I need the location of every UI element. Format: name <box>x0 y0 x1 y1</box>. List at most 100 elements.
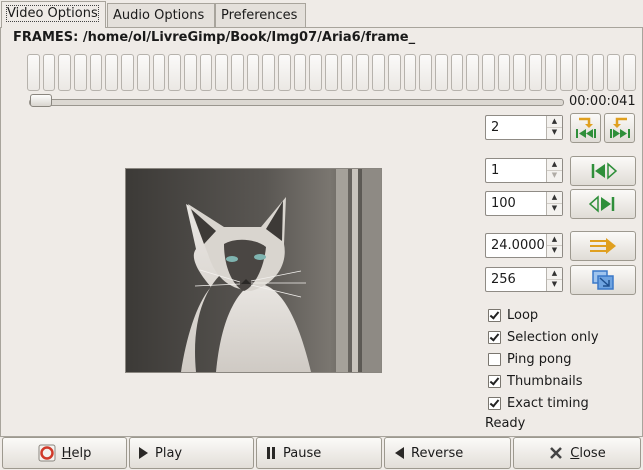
step-spinbox[interactable]: 2 ▲ ▼ <box>485 115 563 140</box>
selection-only-checkbox[interactable]: Selection only <box>488 328 599 346</box>
thumbnail-slot[interactable] <box>419 54 432 91</box>
thumbnail-slot[interactable] <box>42 54 56 91</box>
thumbnail-slot[interactable] <box>58 54 72 91</box>
step-back-icon <box>575 117 596 138</box>
close-icon <box>548 445 564 461</box>
step-forward-icon <box>609 117 630 138</box>
preview-image <box>125 168 382 373</box>
ping-pong-checkbox-box[interactable] <box>488 352 501 366</box>
tab-video-options-label: Video Options <box>6 5 99 22</box>
thumbnail-slot[interactable] <box>246 54 260 91</box>
thumbnail-slot[interactable] <box>387 54 401 91</box>
thumbnail-slot[interactable] <box>481 54 495 91</box>
thumbnail-slot[interactable] <box>623 54 636 91</box>
from-frame-spinbox[interactable]: 1 ▲ ▼ <box>485 158 563 183</box>
step-value: 2 <box>491 120 500 135</box>
thumbnail-slot[interactable] <box>466 54 479 91</box>
reverse-icon <box>393 446 405 460</box>
help-icon <box>38 444 56 462</box>
cat-photo <box>126 169 381 372</box>
loop-checkbox-box[interactable] <box>488 308 501 322</box>
fps-spinbox[interactable]: 24.0000 ▲ ▼ <box>485 233 563 258</box>
thumbnails-checkbox[interactable]: Thumbnails <box>488 372 583 390</box>
go-to-first-frame-button[interactable] <box>570 156 636 186</box>
help-button[interactable]: Help <box>2 437 127 469</box>
first-frame-icon <box>591 162 617 180</box>
go-to-last-frame-button[interactable] <box>570 189 636 219</box>
size-down-arrow-icon[interactable]: ▼ <box>547 279 562 290</box>
thumbnail-slot[interactable] <box>434 54 448 91</box>
thumbnail-slot[interactable] <box>278 54 291 91</box>
thumbnail-slot[interactable] <box>325 54 338 91</box>
step-down-arrow-icon[interactable]: ▼ <box>547 127 562 138</box>
thumbnail-slot[interactable] <box>560 54 574 91</box>
thumbnail-slot[interactable] <box>497 54 511 91</box>
thumbnail-slot[interactable] <box>513 54 526 91</box>
thumbnail-slot[interactable] <box>183 54 197 91</box>
thumbnail-slot[interactable] <box>121 54 134 91</box>
thumbnail-slot[interactable] <box>529 54 542 91</box>
thumbnail-slot[interactable] <box>356 54 370 91</box>
thumbnail-slot[interactable] <box>450 54 464 91</box>
size-spin-arrows[interactable]: ▲ ▼ <box>546 268 562 291</box>
play-icon <box>137 446 149 460</box>
exact-timing-checkbox-box[interactable] <box>488 396 501 410</box>
thumbnail-slot[interactable] <box>340 54 354 91</box>
thumbnail-slot[interactable] <box>403 54 417 91</box>
thumbnail-slot[interactable] <box>544 54 558 91</box>
frame-slider-track[interactable] <box>29 99 564 106</box>
tab-video-options[interactable]: Video Options <box>1 1 106 28</box>
thumbnail-slot[interactable] <box>199 54 213 91</box>
tab-audio-options-label: Audio Options <box>113 8 205 23</box>
reverse-button[interactable]: Reverse <box>384 437 511 469</box>
thumbnail-slot[interactable] <box>262 54 275 91</box>
thumbnail-slot[interactable] <box>372 54 385 91</box>
thumbnail-slot[interactable] <box>293 54 307 91</box>
size-spinbox[interactable]: 256 ▲ ▼ <box>485 267 563 292</box>
step-forward-button[interactable] <box>604 113 635 143</box>
pause-icon <box>265 446 277 460</box>
play-button[interactable]: Play <box>129 437 254 469</box>
thumbnail-slot[interactable] <box>576 54 589 91</box>
to-frame-down-arrow-icon[interactable]: ▼ <box>547 203 562 214</box>
loop-checkbox[interactable]: Loop <box>488 306 538 324</box>
thumbnail-slot[interactable] <box>105 54 119 91</box>
thumbnail-slot[interactable] <box>168 54 181 91</box>
thumbnail-slot[interactable] <box>215 54 228 91</box>
selection-only-checkbox-box[interactable] <box>488 330 501 344</box>
thumbnail-slot[interactable] <box>136 54 150 91</box>
fps-down-arrow-icon[interactable]: ▼ <box>547 245 562 256</box>
thumbnail-slot[interactable] <box>591 54 605 91</box>
thumbnails-checkbox-box[interactable] <box>488 374 501 388</box>
thumbnail-slot[interactable] <box>230 54 244 91</box>
ping-pong-checkbox[interactable]: Ping pong <box>488 350 572 368</box>
thumbnail-slot[interactable] <box>309 54 323 91</box>
to-frame-value: 100 <box>491 196 516 211</box>
exact-timing-checkbox[interactable]: Exact timing <box>488 394 589 412</box>
close-button[interactable]: Close <box>513 437 641 469</box>
thumbnail-slot[interactable] <box>152 54 166 91</box>
step-back-button[interactable] <box>570 113 601 143</box>
thumbnail-slot[interactable] <box>27 54 40 91</box>
thumbnail-slot[interactable] <box>89 54 103 91</box>
pause-button[interactable]: Pause <box>256 437 382 469</box>
thumbnail-slot[interactable] <box>607 54 621 91</box>
thumbnail-slot[interactable] <box>74 54 87 91</box>
to-frame-spin-arrows[interactable]: ▲ ▼ <box>546 192 562 215</box>
tab-audio-options[interactable]: Audio Options <box>107 3 215 27</box>
to-frame-spinbox[interactable]: 100 ▲ ▼ <box>485 191 563 216</box>
size-value: 256 <box>491 272 516 287</box>
last-frame-icon <box>589 195 615 213</box>
frame-slider-knob[interactable] <box>30 94 52 107</box>
thumbnail-strip[interactable] <box>27 54 636 91</box>
resize-button[interactable] <box>570 265 636 295</box>
from-frame-value: 1 <box>491 163 500 178</box>
selection-only-label: Selection only <box>507 329 599 345</box>
fps-spin-arrows[interactable]: ▲ ▼ <box>546 234 562 257</box>
step-spin-arrows[interactable]: ▲ ▼ <box>546 116 562 139</box>
speed-arrow-icon <box>590 238 616 254</box>
tab-preferences[interactable]: Preferences <box>215 3 306 27</box>
timecode-display: 00:00:041 <box>569 94 636 109</box>
speed-button[interactable] <box>570 231 636 261</box>
from-frame-spin-arrows[interactable]: ▲ ▼ <box>546 159 562 182</box>
